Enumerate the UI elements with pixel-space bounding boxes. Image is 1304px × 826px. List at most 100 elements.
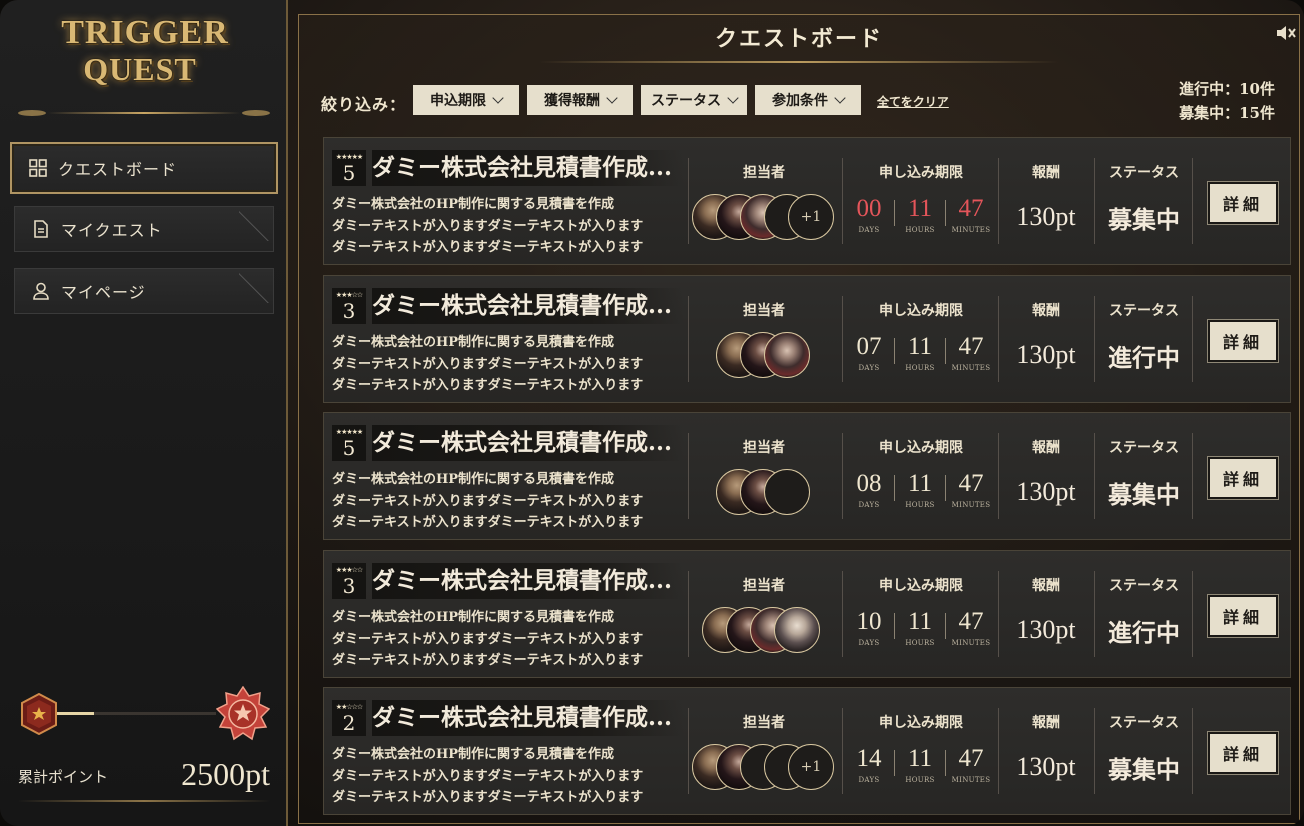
- status-header: ステータス: [1109, 440, 1179, 456]
- recruiting-count: 募集中：15件: [1179, 104, 1275, 122]
- column-divider: [998, 433, 999, 519]
- quest-title: ダミー株式会社見積書作成...: [372, 563, 684, 599]
- countdown-hours-value: 11: [907, 608, 933, 635]
- detail-button[interactable]: 詳細: [1207, 319, 1279, 363]
- column-divider: [842, 708, 843, 794]
- empty-avatar-slot: [764, 469, 810, 515]
- countdown-hours: 11 HOURS: [895, 469, 945, 509]
- column-divider: [1094, 296, 1095, 382]
- assignee-avatar[interactable]: [774, 607, 820, 653]
- column-divider: [842, 433, 843, 519]
- status-header: ステータス: [1109, 578, 1179, 594]
- minutes-unit: MINUTES: [951, 501, 991, 509]
- rank-progress-bar: [56, 712, 216, 715]
- assignee-header: 担当者: [743, 303, 785, 319]
- countdown-minutes-value: 47: [958, 745, 984, 772]
- more-assignees-count[interactable]: +1: [788, 744, 834, 790]
- deadline-header: 申し込み期限: [879, 578, 963, 594]
- hours-unit: HOURS: [905, 501, 935, 509]
- countdown-days: 07 DAYS: [844, 332, 894, 372]
- countdown-days-value: 00: [856, 195, 882, 222]
- column-divider: [1192, 708, 1193, 794]
- deadline-countdown: 14 DAYS 11 HOURS 47 MINUTES: [844, 744, 996, 784]
- countdown-minutes: 47 MINUTES: [946, 744, 996, 784]
- quest-status: 募集中: [1108, 480, 1180, 509]
- countdown-minutes: 47 MINUTES: [946, 469, 996, 509]
- countdown-hours-value: 11: [907, 745, 933, 772]
- column-divider: [688, 433, 689, 519]
- countdown-days: 08 DAYS: [844, 469, 894, 509]
- sidebar-item-my-page[interactable]: マイページ: [14, 268, 274, 314]
- filter-deadline-dropdown[interactable]: 申込期限: [413, 85, 519, 115]
- countdown-minutes-value: 47: [958, 195, 984, 222]
- column-divider: [842, 296, 843, 382]
- days-unit: DAYS: [858, 501, 880, 509]
- status-header: ステータス: [1109, 715, 1179, 731]
- column-divider: [1094, 158, 1095, 244]
- assignee-header: 担当者: [743, 715, 785, 731]
- quest-level: 3: [342, 574, 356, 598]
- quest-status: 募集中: [1108, 205, 1180, 234]
- quest-card[interactable]: ★★★★★ 5 ダミー株式会社見積書作成... ダミー株式会社のHP制作に関する…: [323, 412, 1291, 540]
- filter-conditions-dropdown[interactable]: 参加条件: [755, 85, 861, 115]
- column-divider: [1094, 571, 1095, 657]
- grid-icon: [28, 158, 48, 178]
- quest-description: ダミー株式会社のHP制作に関する見積書を作成 ダミーテキストが入りますダミーテキ…: [332, 607, 688, 672]
- logo-line-1: TRIGGER: [61, 14, 229, 51]
- points-value: 2500pt: [181, 756, 270, 792]
- quest-description-line: ダミーテキストが入りますダミーテキストが入ります: [332, 493, 644, 509]
- speaker-muted-icon[interactable]: [1275, 23, 1297, 43]
- detail-button[interactable]: 詳細: [1207, 181, 1279, 225]
- days-unit: DAYS: [858, 364, 880, 372]
- countdown-minutes-value: 47: [958, 333, 984, 360]
- sidebar-item-my-quest[interactable]: マイクエスト: [14, 206, 274, 252]
- countdown-minutes: 47 MINUTES: [946, 194, 996, 234]
- detail-button[interactable]: 詳細: [1207, 594, 1279, 638]
- countdown-days-value: 14: [856, 745, 882, 772]
- quest-card[interactable]: ★★☆☆☆ 2 ダミー株式会社見積書作成... ダミー株式会社のHP制作に関する…: [323, 687, 1291, 815]
- column-divider: [998, 571, 999, 657]
- quest-card[interactable]: ★★★☆☆ 3 ダミー株式会社見積書作成... ダミー株式会社のHP制作に関する…: [323, 550, 1291, 678]
- quest-description-line: ダミーテキストが入りますダミーテキストが入ります: [332, 653, 644, 668]
- quest-description-line: ダミー株式会社のHP制作に関する見積書を作成: [332, 747, 615, 762]
- column-divider: [998, 296, 999, 382]
- clear-filters-link[interactable]: 全てをクリア: [877, 93, 949, 110]
- assignee-avatars: [716, 469, 810, 517]
- assignee-avatars: +1: [692, 194, 834, 242]
- quest-board-panel: クエストボード 絞り込み： 申込期限 獲得報酬 ステータス 参加条件 全てをクリ…: [298, 14, 1300, 824]
- quest-description-line: ダミーテキストが入りますダミーテキストが入ります: [332, 356, 644, 372]
- quest-reward: 130pt: [1016, 615, 1076, 644]
- assignee-avatars: +1: [692, 744, 834, 792]
- more-assignees-count[interactable]: +1: [788, 194, 834, 240]
- reward-header: 報酬: [1032, 440, 1060, 456]
- filter-status-dropdown[interactable]: ステータス: [641, 85, 747, 115]
- deadline-countdown: 00 DAYS 11 HOURS 47 MINUTES: [844, 194, 996, 234]
- countdown-days-value: 08: [856, 470, 882, 497]
- quest-card[interactable]: ★★★★★ 5 ダミー株式会社見積書作成... ダミー株式会社のHP制作に関する…: [323, 137, 1291, 265]
- chevron-down-icon: [727, 92, 739, 104]
- reward-header: 報酬: [1032, 578, 1060, 594]
- assignee-avatar[interactable]: [764, 332, 810, 378]
- column-divider: [688, 708, 689, 794]
- current-rank-badge-icon: [21, 693, 57, 735]
- minutes-unit: MINUTES: [951, 776, 991, 784]
- countdown-days: 00 DAYS: [844, 194, 894, 234]
- quest-description-line: ダミー株式会社のHP制作に関する見積書を作成: [332, 472, 615, 487]
- days-unit: DAYS: [858, 776, 880, 784]
- countdown-hours-value: 11: [907, 195, 933, 222]
- reward-header: 報酬: [1032, 715, 1060, 731]
- assignee-avatars: [702, 607, 820, 655]
- filter-reward-dropdown[interactable]: 獲得報酬: [527, 85, 633, 115]
- quest-description-line: ダミーテキストが入りますダミーテキストが入ります: [332, 378, 644, 393]
- quest-level: 5: [342, 436, 356, 460]
- trigger-quest-logo[interactable]: TRIGGER QUEST: [60, 14, 230, 98]
- hours-unit: HOURS: [905, 776, 935, 784]
- detail-button[interactable]: 詳細: [1207, 456, 1279, 500]
- detail-button[interactable]: 詳細: [1207, 731, 1279, 775]
- quest-description-line: ダミーテキストが入りますダミーテキストが入ります: [332, 240, 644, 255]
- column-divider: [1192, 571, 1193, 657]
- reward-header: 報酬: [1032, 165, 1060, 181]
- sidebar-item-quest-board[interactable]: クエストボード: [10, 142, 278, 194]
- quest-description: ダミー株式会社のHP制作に関する見積書を作成 ダミーテキストが入りますダミーテキ…: [332, 744, 688, 809]
- quest-card[interactable]: ★★★☆☆ 3 ダミー株式会社見積書作成... ダミー株式会社のHP制作に関する…: [323, 275, 1291, 403]
